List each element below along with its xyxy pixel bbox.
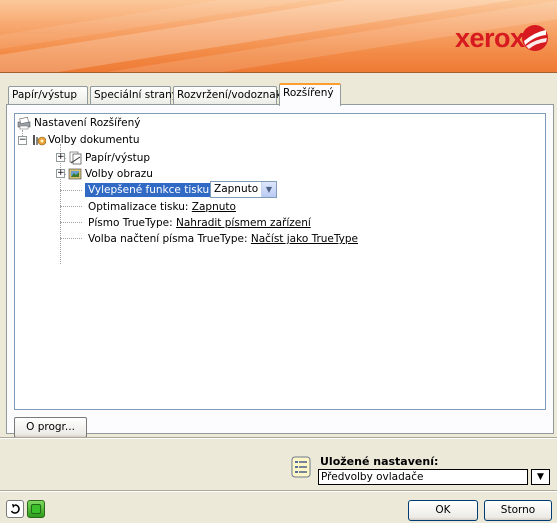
undo-arrow-icon: [10, 504, 20, 514]
tree-image-options[interactable]: Volby obrazu: [85, 167, 153, 181]
expand-paper-output[interactable]: +: [56, 153, 65, 162]
truetype-load-item[interactable]: Volba načtení písma TrueType: Načíst jak…: [88, 232, 358, 246]
truetype-font-value[interactable]: Nahradit písmem zařízení: [176, 217, 311, 229]
separator: [0, 437, 557, 439]
image-options-icon: [68, 168, 82, 180]
saved-settings-label: Uložené nastavení:: [320, 455, 439, 468]
printer-settings-icon: [17, 116, 31, 130]
about-button[interactable]: O progr...: [14, 417, 87, 438]
print-optimization-label: Optimalizace tisku:: [88, 201, 189, 213]
tree-document-options[interactable]: Volby dokumentu: [48, 133, 140, 147]
chevron-down-icon[interactable]: ▼: [531, 469, 550, 485]
xerox-logo-text: xerox: [455, 23, 525, 53]
enhanced-print-dropdown[interactable]: Zapnuto ▼: [210, 181, 277, 198]
print-optimization-item[interactable]: Optimalizace tisku: Zapnuto: [88, 200, 236, 214]
document-options-icon: [33, 135, 46, 146]
paper-output-icon: [69, 151, 82, 165]
settings-tree[interactable]: Nastavení Rozšířený − Volby dokumentu + …: [14, 113, 546, 410]
tree-paper-output[interactable]: Papír/výstup: [85, 151, 150, 165]
tree-root-label: Nastavení Rozšířený: [34, 117, 141, 129]
saved-settings-value: Předvolby ovladače: [321, 471, 424, 483]
tab-paper-output[interactable]: Papír/výstup: [8, 86, 88, 105]
tab-special-pages[interactable]: Speciální strany: [90, 86, 178, 105]
saved-settings-select[interactable]: Předvolby ovladače: [318, 469, 528, 485]
collapse-document-options[interactable]: −: [18, 136, 27, 145]
expand-image-options[interactable]: +: [56, 169, 65, 178]
xerox-logo-icon: [522, 25, 548, 51]
status-button[interactable]: [27, 500, 45, 518]
truetype-load-value[interactable]: Načíst jako TrueType: [251, 233, 358, 245]
truetype-load-label: Volba načtení písma TrueType:: [88, 233, 248, 245]
restore-defaults-button[interactable]: [6, 500, 24, 518]
separator: [0, 490, 557, 492]
ok-button[interactable]: OK: [408, 500, 478, 521]
truetype-font-label: Písmo TrueType:: [88, 217, 173, 229]
enhanced-print-value: Zapnuto: [214, 183, 259, 195]
green-status-icon: [31, 504, 41, 514]
tab-layout-watermark[interactable]: Rozvržení/vodoznak: [173, 86, 282, 105]
tab-advanced[interactable]: Rozšířený: [279, 83, 341, 106]
saved-settings-icon: [291, 456, 311, 478]
chevron-down-icon[interactable]: ▼: [261, 182, 276, 197]
truetype-font-item[interactable]: Písmo TrueType: Nahradit písmem zařízení: [88, 216, 311, 230]
enhanced-print-label[interactable]: Vylepšené funkce tisku:: [85, 183, 216, 197]
cancel-button[interactable]: Storno: [484, 500, 552, 521]
header-banner: xerox: [0, 0, 557, 73]
print-optimization-value[interactable]: Zapnuto: [192, 201, 236, 213]
